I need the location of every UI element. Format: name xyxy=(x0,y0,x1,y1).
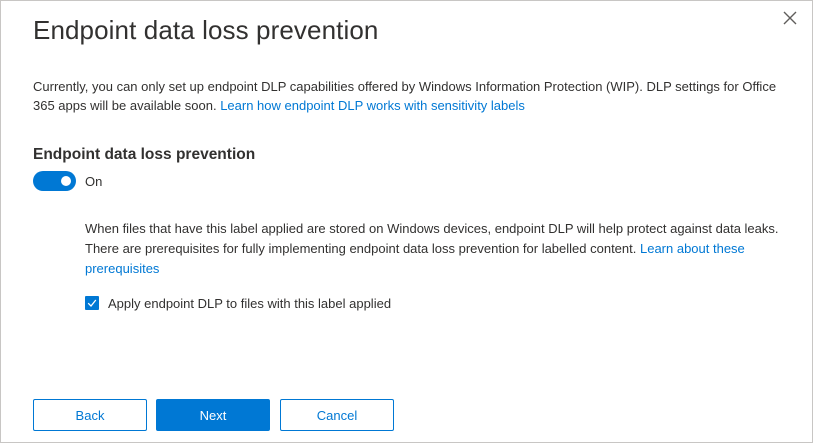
endpoint-dlp-toggle[interactable] xyxy=(33,171,76,191)
cancel-button[interactable]: Cancel xyxy=(280,399,394,431)
next-button[interactable]: Next xyxy=(156,399,270,431)
apply-endpoint-dlp-label: Apply endpoint DLP to files with this la… xyxy=(108,296,392,311)
dialog-title: Endpoint data loss prevention xyxy=(33,15,379,45)
endpoint-dlp-dialog: Endpoint data loss prevention Currently,… xyxy=(0,0,813,443)
section-title: Endpoint data loss prevention xyxy=(33,146,256,163)
learn-how-endpoint-dlp-link[interactable]: Learn how endpoint DLP works with sensit… xyxy=(220,98,525,113)
toggle-state-label: On xyxy=(85,174,103,189)
toggle-knob xyxy=(61,176,71,186)
apply-endpoint-dlp-checkbox[interactable] xyxy=(85,296,99,310)
close-icon[interactable] xyxy=(779,7,801,29)
intro-description: Currently, you can only set up endpoint … xyxy=(33,77,793,115)
close-icon-graphic xyxy=(783,11,797,25)
checkmark-icon xyxy=(87,299,97,307)
back-button[interactable]: Back xyxy=(33,399,147,431)
endpoint-dlp-info: When files that have this label applied … xyxy=(85,219,797,279)
